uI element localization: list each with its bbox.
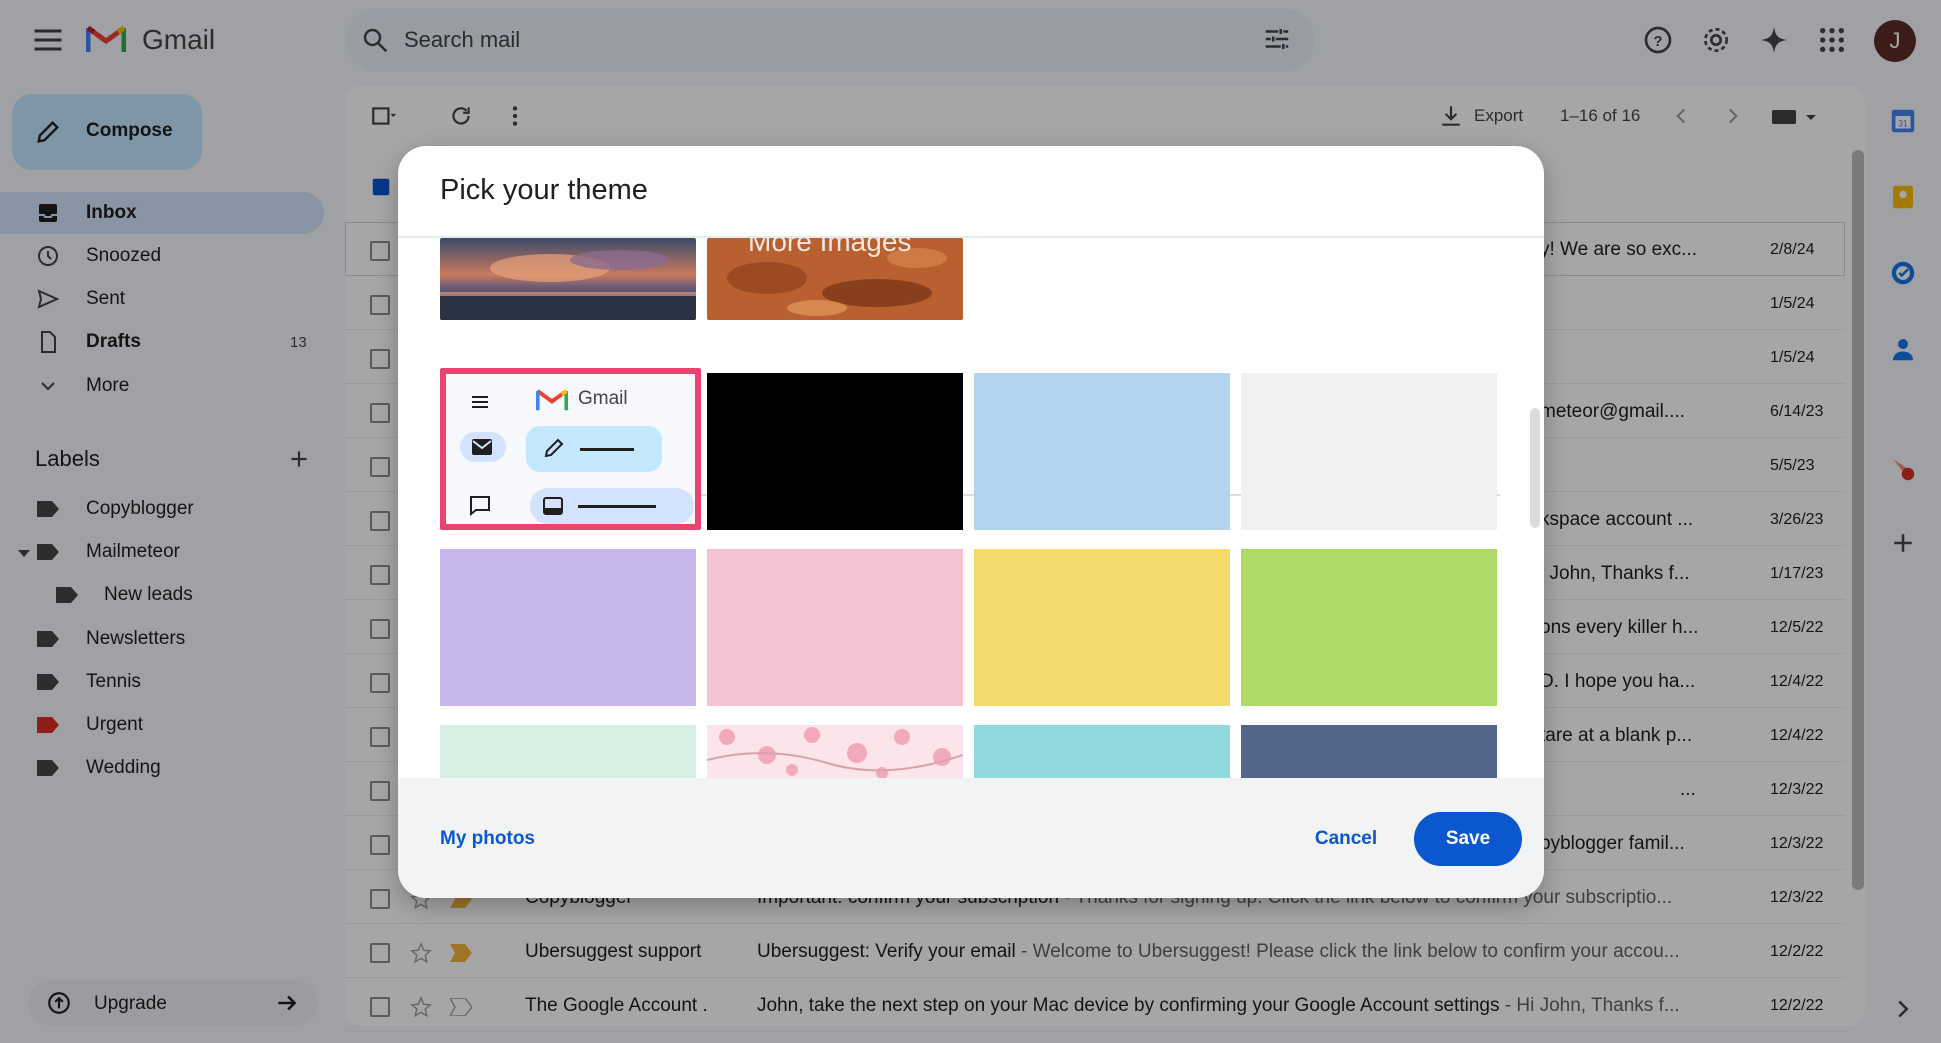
cancel-button[interactable]: Cancel [1296, 815, 1396, 863]
preview-menu-icon [468, 390, 492, 414]
preview-inbox-icon [542, 496, 564, 516]
preview-inbox-line [578, 505, 656, 508]
save-button[interactable]: Save [1414, 812, 1522, 866]
theme-swatch-cherry-blossom[interactable] [707, 725, 963, 778]
dialog-title: Pick your theme [440, 174, 648, 206]
theme-swatch-lavender[interactable] [440, 549, 696, 706]
preview-gmail-logo-icon [536, 386, 568, 412]
theme-picker-dialog: Pick your theme More Images Gmail My pho… [398, 146, 1544, 898]
dialog-scrollbar[interactable] [1530, 408, 1540, 528]
theme-swatch-light-gray[interactable] [1241, 373, 1497, 530]
theme-swatch-mint[interactable] [440, 725, 696, 778]
preview-compose-line [580, 448, 634, 451]
theme-swatch-black[interactable] [707, 373, 963, 530]
my-photos-button[interactable]: My photos [440, 828, 535, 850]
theme-swatch-light-blue[interactable] [974, 373, 1230, 530]
theme-swatch-lime[interactable] [1241, 549, 1497, 706]
preview-app-name: Gmail [578, 388, 628, 409]
preview-chat-icon [468, 494, 492, 516]
theme-default-selected[interactable]: Gmail [440, 368, 701, 530]
preview-mail-icon [470, 436, 494, 458]
theme-swatch-pink[interactable] [707, 549, 963, 706]
theme-thumbnail-sunset-clouds[interactable] [440, 238, 696, 320]
theme-swatch-turquoise[interactable] [974, 725, 1230, 778]
preview-pencil-icon [542, 436, 566, 460]
theme-swatch-yellow[interactable] [974, 549, 1230, 706]
theme-swatch-slate-blue[interactable] [1241, 725, 1497, 778]
more-images-label: More Images [748, 238, 912, 257]
